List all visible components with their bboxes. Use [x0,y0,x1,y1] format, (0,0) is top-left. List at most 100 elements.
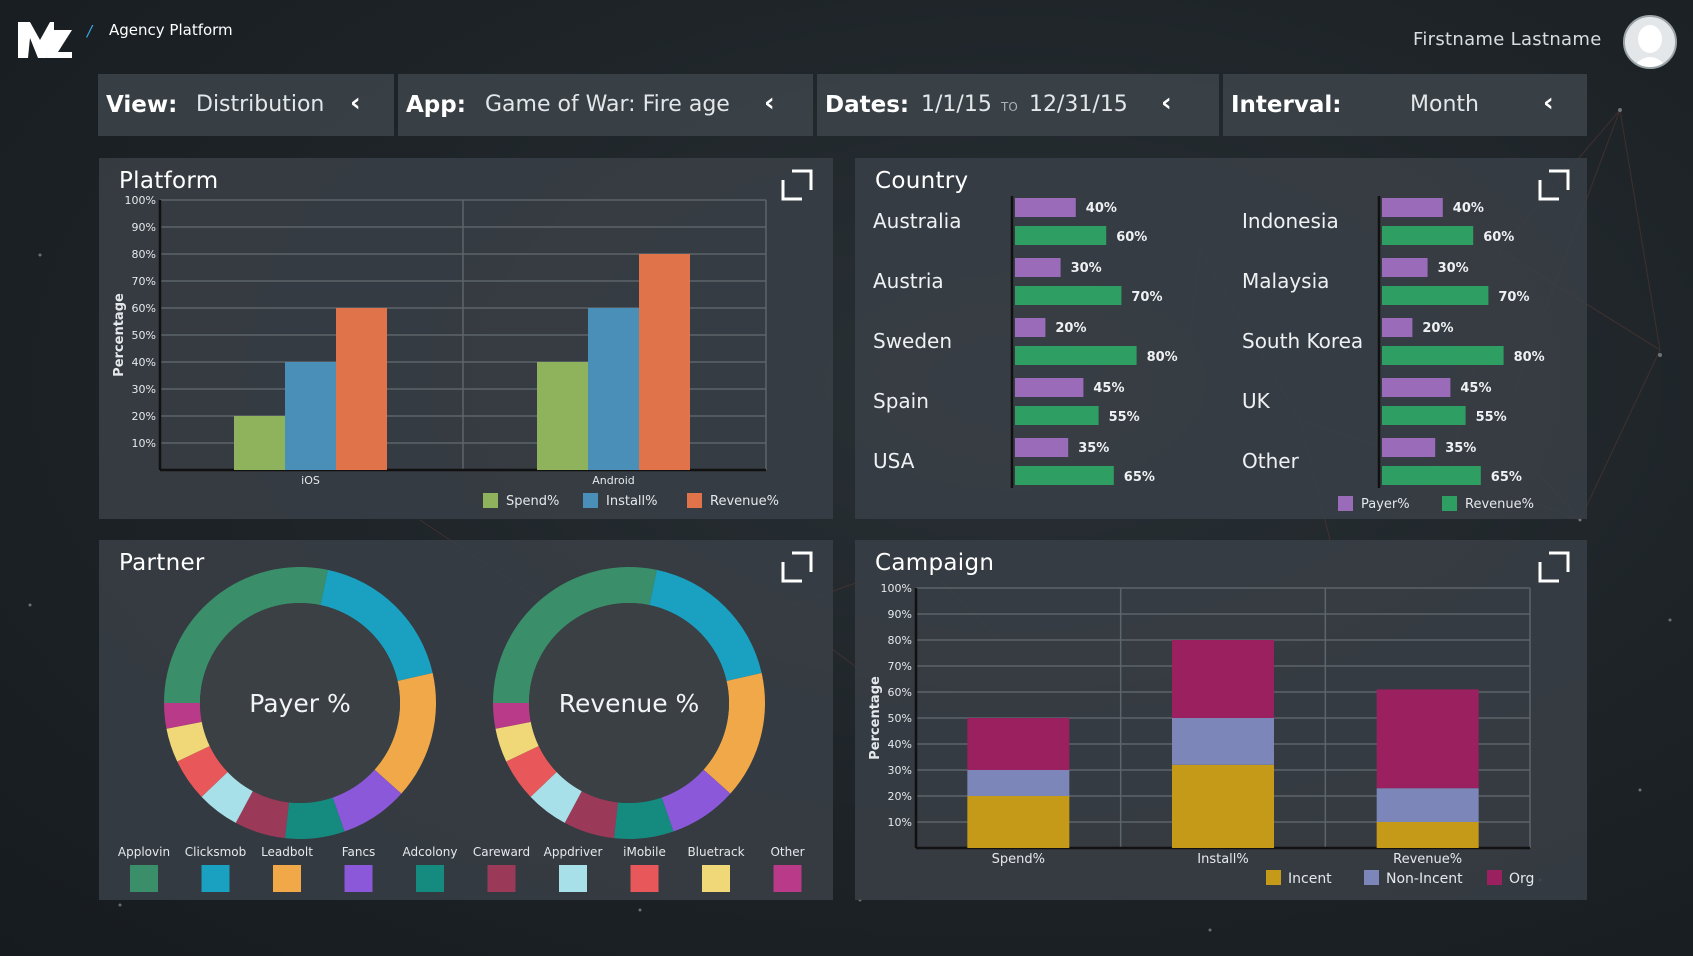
filter-dates-end[interactable]: 12/31/15 [1029,92,1128,117]
legend-swatch [687,493,702,508]
filter-dates-start[interactable]: 1/1/15 [921,92,992,117]
data-label: 35% [1445,441,1476,456]
donut-center-label: Payer % [249,689,350,718]
bar-revenue [1015,226,1107,245]
legend-swatch [1338,496,1353,511]
y-tick-label: 60% [888,686,912,699]
country-panel: Country Australia 40% 60% Austria 30% 70% Swed… [855,158,1587,519]
chevron-left-icon[interactable]: ‹ [764,88,775,118]
y-tick-label: 10% [132,437,156,450]
y-tick-label: 90% [888,608,912,621]
bar-incent [967,796,1070,848]
filter-view[interactable]: View: Distribution ‹ [98,74,394,136]
bar-revenue [1382,346,1504,365]
legend-label: Fancs [342,845,376,859]
bar-payer [1015,438,1069,457]
bar-spend [537,362,588,470]
legend-label: Other [770,845,804,859]
legend-label: Careward [473,845,530,859]
platform-panel: Platform 100% 90% 80% 70% 60% 50% 40% 30% 20% 10%… [99,158,833,519]
bar-payer [1015,198,1076,217]
legend-label: Leadbolt [261,845,313,859]
filter-app-value: Game of War: Fire age [485,92,730,117]
bar-revenue [1382,286,1489,305]
legend-label: Bluetrack [687,845,744,859]
data-label: 55% [1476,410,1507,425]
bar-org [1376,689,1479,789]
bar-revenue [336,308,387,470]
data-label: 45% [1460,381,1491,396]
country-label: Spain [873,389,929,413]
chevron-left-icon[interactable]: ‹ [1543,88,1554,118]
data-label: 70% [1131,290,1162,305]
y-tick-label: 80% [132,248,156,261]
legend-swatch [130,865,158,892]
bar-payer [1015,318,1046,337]
filter-interval[interactable]: Interval: Month ‹ [1223,74,1587,136]
country-label: South Korea [1242,329,1363,353]
bar-spend [234,416,285,470]
legend-swatch [1364,870,1379,885]
bar-install [588,308,639,470]
filter-dates[interactable]: Dates: 1/1/15 TO 12/31/15 ‹ [817,74,1219,136]
bar-payer [1382,318,1413,337]
legend-label: Incent [1288,871,1332,887]
chevron-left-icon[interactable]: ‹ [350,88,361,118]
y-tick-label: 30% [132,383,156,396]
filter-view-value: Distribution [196,92,325,117]
breadcrumb-separator: / [87,22,93,40]
bar-payer [1015,378,1084,397]
user-avatar-icon [1625,17,1675,67]
legend-swatch [583,493,598,508]
bar-revenue [1015,346,1137,365]
data-label: 80% [1514,350,1545,365]
legend-swatch [273,865,301,892]
filter-interval-label: Interval: [1231,92,1342,118]
y-tick-label: 70% [888,660,912,673]
partner-panel: Partner Payer % Revenue % Applovin Clicksmo… [99,540,833,900]
legend-swatch [773,865,802,892]
y-tick-label: 40% [888,738,912,751]
breadcrumb[interactable]: Agency Platform [109,21,233,39]
y-tick-label: 80% [888,634,912,647]
bar-revenue [1382,466,1481,485]
donut-center-label: Revenue % [559,689,700,718]
y-tick-label: 90% [132,221,156,234]
country-label: Indonesia [1242,209,1339,233]
user-name[interactable]: Firstname Lastname [1413,29,1602,50]
legend-swatch [1442,496,1457,511]
filter-view-label: View: [106,92,178,118]
bar-revenue [1015,286,1122,305]
legend-swatch [344,865,373,892]
bar-non-incent [967,770,1070,796]
legend-label: Revenue% [710,494,779,509]
legend-swatch [702,865,730,892]
chevron-left-icon[interactable]: ‹ [1161,88,1172,118]
data-label: 60% [1116,230,1147,245]
legend-label: Install% [606,494,658,509]
bar-payer [1015,258,1061,277]
legend-label: Org [1509,871,1534,887]
country-label: Malaysia [1242,269,1329,293]
data-label: 65% [1491,470,1522,485]
y-tick-label: 30% [888,764,912,777]
legend-label: iMobile [623,845,666,859]
bar-revenue [1015,406,1099,425]
data-label: 35% [1078,441,1109,456]
filter-app[interactable]: App: Game of War: Fire age ‹ [398,74,813,136]
bar-revenue [1382,406,1466,425]
bar-incent [1172,764,1274,848]
x-tick-label: Revenue% [1393,852,1462,867]
legend-label: Revenue% [1465,497,1534,512]
data-label: 40% [1453,201,1484,216]
legend-label: Non-Incent [1386,871,1463,887]
data-label: 30% [1071,261,1102,276]
y-tick-label: 10% [888,816,912,829]
legend-swatch [201,865,230,892]
data-label: 60% [1483,230,1514,245]
filter-dates-label: Dates: [825,92,910,118]
legend-label: Adcolony [403,845,458,859]
avatar[interactable] [1623,15,1677,69]
partner-chart: Payer % Revenue % Applovin Clicksmob Leadbol… [118,567,805,892]
campaign-panel: Campaign 100% 90% 80% 70% 60% 50% 40% 30% 20% 10%… [855,540,1587,900]
